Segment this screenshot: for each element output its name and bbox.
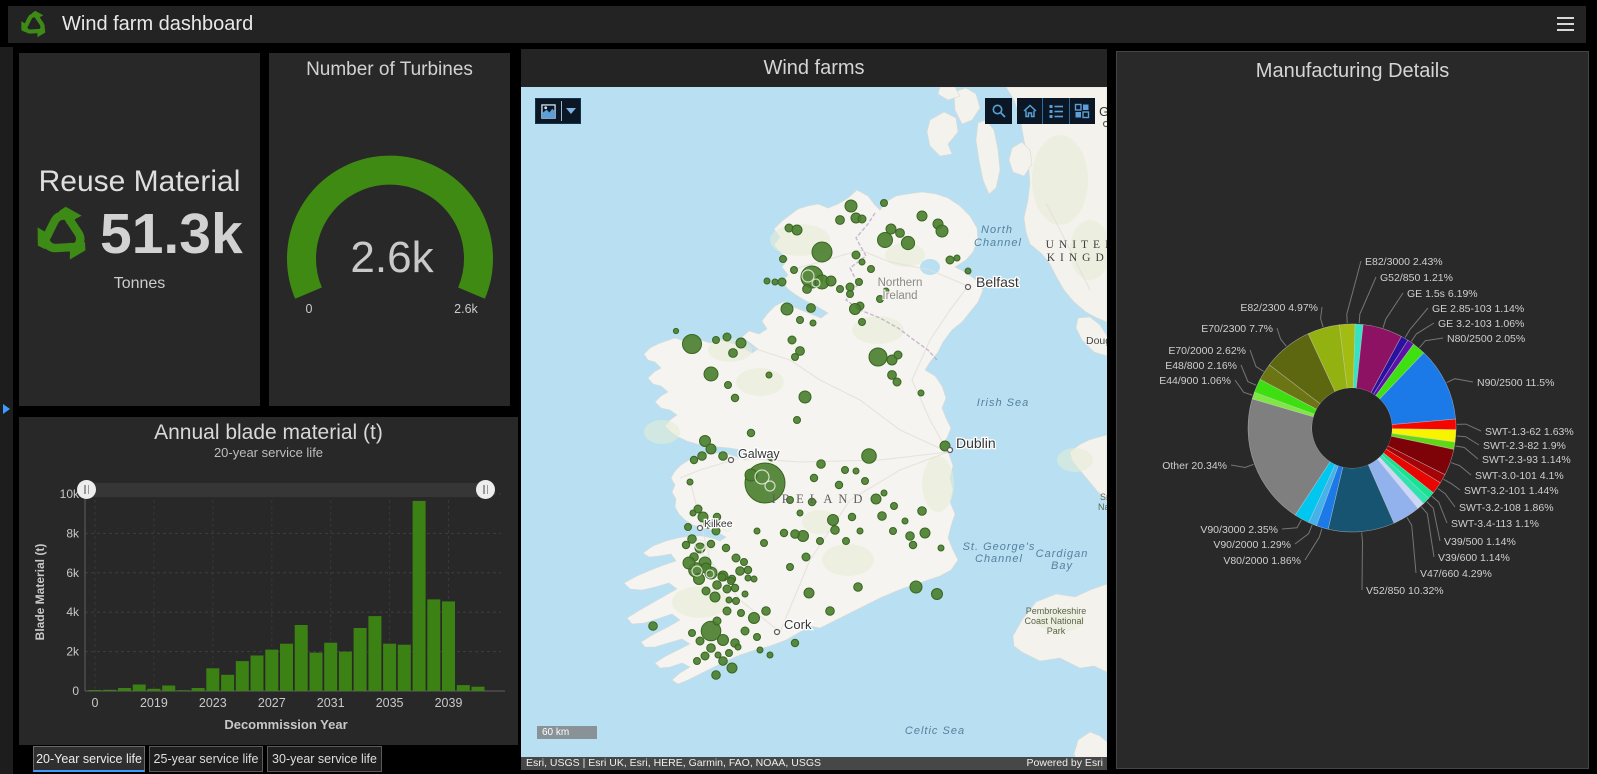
svg-text:SWT-2.3-93 1.14%: SWT-2.3-93 1.14% <box>1482 454 1571 466</box>
svg-text:2031: 2031 <box>317 696 345 710</box>
svg-text:SWT-3.2-101 1.44%: SWT-3.2-101 1.44% <box>1464 485 1559 497</box>
svg-text:Bay: Bay <box>1051 560 1073 572</box>
svg-text:Douglas: Douglas <box>1086 335 1107 347</box>
svg-text:Other 20.34%: Other 20.34% <box>1162 460 1227 472</box>
svg-text:SWT-1.3-62 1.63%: SWT-1.3-62 1.63% <box>1485 426 1574 438</box>
svg-text:G52/850 1.21%: G52/850 1.21% <box>1380 272 1453 284</box>
svg-text:V39/500 1.14%: V39/500 1.14% <box>1444 536 1516 548</box>
svg-text:Ireland: Ireland <box>882 290 917 302</box>
svg-text:V90/3000 2.35%: V90/3000 2.35% <box>1200 524 1278 536</box>
svg-text:Kilkee: Kilkee <box>704 518 733 530</box>
svg-text:Celtic Sea: Celtic Sea <box>905 725 965 737</box>
svg-text:GE 3.2-103 1.06%: GE 3.2-103 1.06% <box>1438 318 1524 330</box>
svg-text:G: G <box>1099 104 1107 119</box>
svg-text:Sno: Sno <box>1100 492 1107 502</box>
svg-text:V39/600 1.14%: V39/600 1.14% <box>1438 552 1510 564</box>
svg-text:2027: 2027 <box>258 696 286 710</box>
svg-text:UNITED: UNITED <box>1046 239 1107 251</box>
svg-text:SWT-3.0-101 4.1%: SWT-3.0-101 4.1% <box>1475 470 1564 482</box>
svg-text:2023: 2023 <box>199 696 227 710</box>
svg-text:E70/2300 7.7%: E70/2300 7.7% <box>1201 323 1273 335</box>
svg-text:Blade Material (t): Blade Material (t) <box>33 544 47 641</box>
svg-text:Pembrokeshire: Pembrokeshire <box>1026 606 1087 616</box>
svg-text:V80/2000 1.86%: V80/2000 1.86% <box>1223 555 1301 567</box>
svg-text:2019: 2019 <box>140 696 168 710</box>
svg-text:E48/800 2.16%: E48/800 2.16% <box>1165 360 1237 372</box>
svg-text:St. George's: St. George's <box>963 541 1036 553</box>
svg-text:0: 0 <box>72 684 79 698</box>
svg-text:GE 2.85-103 1.14%: GE 2.85-103 1.14% <box>1432 303 1524 315</box>
svg-text:Galway: Galway <box>738 447 780 461</box>
svg-text:GE 1.5s 6.19%: GE 1.5s 6.19% <box>1407 288 1478 300</box>
svg-text:Irish Sea: Irish Sea <box>977 397 1029 409</box>
svg-text:SWT-3.2-108 1.86%: SWT-3.2-108 1.86% <box>1459 502 1554 514</box>
svg-text:E82/3000 2.43%: E82/3000 2.43% <box>1365 256 1443 268</box>
svg-text:N80/2500 2.05%: N80/2500 2.05% <box>1447 333 1525 345</box>
svg-text:E82/2300 4.97%: E82/2300 4.97% <box>1240 302 1318 314</box>
svg-text:Cardigan: Cardigan <box>1036 548 1089 560</box>
svg-text:2k: 2k <box>66 645 80 659</box>
svg-text:2039: 2039 <box>435 696 463 710</box>
svg-text:Nat: Nat <box>1098 502 1107 512</box>
svg-text:KINGDOM: KINGDOM <box>1047 252 1107 264</box>
svg-text:Channel: Channel <box>974 237 1022 249</box>
svg-text:V90/2000 1.29%: V90/2000 1.29% <box>1213 539 1291 551</box>
svg-text:North: North <box>981 224 1013 236</box>
svg-text:V52/850 10.32%: V52/850 10.32% <box>1366 585 1444 597</box>
svg-text:Belfast: Belfast <box>976 274 1019 290</box>
svg-text:Northern: Northern <box>878 277 923 289</box>
svg-text:N90/2500 11.5%: N90/2500 11.5% <box>1477 377 1554 389</box>
svg-text:V47/660 4.29%: V47/660 4.29% <box>1420 568 1492 580</box>
svg-text:SWT-2.3-82 1.9%: SWT-2.3-82 1.9% <box>1483 440 1566 452</box>
svg-text:Park: Park <box>1047 626 1066 636</box>
svg-text:4k: 4k <box>66 605 80 619</box>
svg-text:2.6k: 2.6k <box>350 233 434 282</box>
svg-text:E70/2000 2.62%: E70/2000 2.62% <box>1168 345 1246 357</box>
svg-text:SWT-3.4-113 1.1%: SWT-3.4-113 1.1% <box>1451 518 1539 530</box>
svg-text:2035: 2035 <box>376 696 404 710</box>
svg-text:2.6k: 2.6k <box>454 302 478 316</box>
svg-text:Coast National: Coast National <box>1024 616 1083 626</box>
svg-text:0: 0 <box>306 302 313 316</box>
svg-text:Cork: Cork <box>784 617 812 632</box>
svg-text:E44/900 1.06%: E44/900 1.06% <box>1159 375 1231 387</box>
svg-text:6k: 6k <box>66 566 80 580</box>
svg-text:8k: 8k <box>66 526 80 540</box>
svg-text:Dublin: Dublin <box>956 435 996 451</box>
svg-text:Channel: Channel <box>975 553 1023 565</box>
svg-text:0: 0 <box>92 696 99 710</box>
svg-text:Decommission Year: Decommission Year <box>224 717 347 732</box>
svg-text:IRELAND: IRELAND <box>772 492 869 506</box>
